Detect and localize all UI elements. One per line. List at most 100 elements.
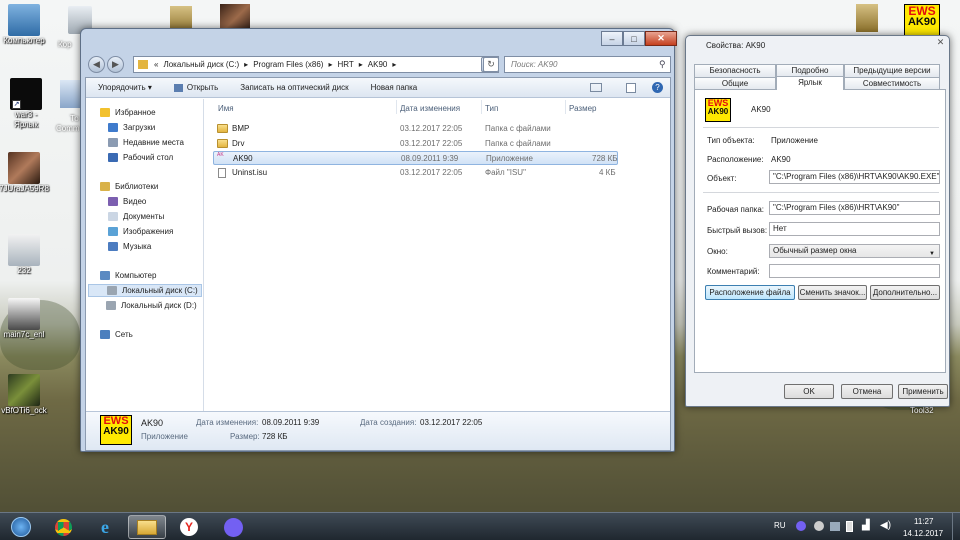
- nav-documents[interactable]: Документы: [108, 212, 164, 221]
- breadcrumb-sep[interactable]: ▸: [244, 60, 248, 69]
- nav-recent[interactable]: Недавние места: [108, 138, 184, 147]
- chevron-down-icon: ▼: [929, 251, 935, 257]
- refresh-icon[interactable]: ↻: [483, 57, 499, 72]
- desktop-icon-232[interactable]: 232: [0, 234, 56, 276]
- desktop-icon-computer[interactable]: Компьютер: [0, 4, 56, 46]
- desktop-icon: [108, 153, 118, 162]
- workdir-label: Рабочая папка:: [707, 205, 765, 214]
- comment-input[interactable]: [769, 264, 940, 278]
- tab-security[interactable]: Безопасность: [694, 64, 776, 77]
- close-button[interactable]: ✕: [645, 31, 677, 46]
- war3-icon: ↗: [10, 78, 42, 110]
- tab-previous-versions[interactable]: Предыдущие версии: [844, 64, 940, 77]
- workdir-input[interactable]: "C:\Program Files (x86)\HRT\AK90": [769, 201, 940, 215]
- desktop-icon-main7c[interactable]: main7c_enl: [0, 298, 56, 340]
- cancel-button[interactable]: Отмена: [841, 384, 893, 399]
- burn-button[interactable]: Записать на оптический диск: [240, 83, 348, 92]
- search-input[interactable]: Поиск: AK90: [504, 56, 671, 73]
- video-thumb-icon: [8, 374, 40, 406]
- nav-music[interactable]: Музыка: [108, 242, 151, 251]
- tray-icon[interactable]: [814, 521, 824, 531]
- breadcrumb-program-files[interactable]: Program Files (x86): [253, 60, 323, 69]
- column-divider[interactable]: [481, 100, 482, 114]
- back-button[interactable]: ◀: [88, 56, 105, 73]
- hotkey-input[interactable]: Нет: [769, 222, 940, 236]
- file-row[interactable]: Drv 03.12.2017 22:05 Папка с файлами: [214, 137, 618, 151]
- language-indicator[interactable]: RU: [774, 521, 786, 530]
- explorer-window[interactable]: – □ ✕ ◀ ▶ « Локальный диск (C:) ▸ Progra…: [80, 28, 677, 452]
- advanced-button[interactable]: Дополнительно...: [870, 285, 940, 300]
- window-label: Окно:: [707, 247, 728, 256]
- nav-drive-d[interactable]: Локальный диск (D:): [106, 301, 197, 310]
- desktop-icon-video[interactable]: 7JUraJA59R8: [0, 152, 56, 194]
- desktop-icon-war3[interactable]: ↗ war3 - Ярлык: [0, 78, 58, 130]
- nav-computer[interactable]: Компьютер: [100, 271, 156, 280]
- start-button[interactable]: [4, 515, 38, 539]
- nav-images[interactable]: Изображения: [108, 227, 173, 236]
- file-row[interactable]: Uninst.isu 03.12.2017 22:05 Файл "ISU" 4…: [214, 166, 618, 180]
- open-button[interactable]: Открыть: [173, 83, 218, 92]
- column-header-date[interactable]: Дата изменения: [400, 104, 460, 113]
- nav-libraries[interactable]: Библиотеки: [100, 182, 158, 191]
- taskbar-yandex[interactable]: Y: [170, 515, 208, 539]
- breadcrumb-sep[interactable]: ▸: [392, 60, 396, 69]
- forward-button[interactable]: ▶: [107, 56, 124, 73]
- volume-icon[interactable]: ◀): [880, 520, 891, 531]
- ok-button[interactable]: OK: [784, 384, 834, 399]
- view-options-icon[interactable]: [590, 83, 602, 92]
- breadcrumb-ak90[interactable]: AK90: [368, 60, 388, 69]
- column-divider[interactable]: [396, 100, 397, 114]
- image-thumb-icon: [8, 234, 40, 266]
- breadcrumb-hrt[interactable]: HRT: [337, 60, 353, 69]
- column-header-type[interactable]: Тип: [485, 104, 498, 113]
- change-icon-button[interactable]: Сменить значок...: [798, 285, 867, 300]
- app-icon[interactable]: [60, 80, 82, 108]
- object-target-input[interactable]: "C:\Program Files (x86)\HRT\AK90\AK90.EX…: [769, 170, 940, 184]
- taskbar-ie[interactable]: e: [86, 515, 124, 539]
- new-folder-button[interactable]: Новая папка: [371, 83, 418, 92]
- apply-button[interactable]: Применить: [898, 384, 948, 399]
- clock-time[interactable]: 11:27: [914, 517, 933, 526]
- breadcrumb-drive-c[interactable]: Локальный диск (C:): [163, 60, 239, 69]
- ews-desktop-icon[interactable]: EWS AK90: [904, 4, 940, 36]
- nav-video[interactable]: Видео: [108, 197, 146, 206]
- nav-network[interactable]: Сеть: [100, 330, 133, 339]
- window-size-select[interactable]: Обычный размер окна ▼: [769, 244, 940, 258]
- network-icon: [100, 330, 110, 339]
- battery-icon[interactable]: [846, 521, 853, 532]
- organize-button[interactable]: Упорядочить ▾: [98, 83, 152, 92]
- preview-pane-icon[interactable]: [626, 83, 636, 93]
- viber-tray-icon[interactable]: [796, 521, 806, 531]
- nav-favorites[interactable]: Избранное: [100, 108, 156, 117]
- file-row[interactable]: BMP 03.12.2017 22:05 Папка с файлами: [214, 122, 618, 136]
- minimize-button[interactable]: –: [601, 31, 623, 46]
- desktop-label-partial: Tool32: [910, 406, 934, 415]
- tray-icon[interactable]: [830, 522, 840, 531]
- computer-icon: [8, 4, 40, 36]
- column-header-size[interactable]: Размер: [569, 104, 597, 113]
- clock-date[interactable]: 14.12.2017: [903, 529, 943, 538]
- network-signal-icon[interactable]: ▟: [862, 520, 870, 531]
- show-desktop-button[interactable]: [952, 513, 960, 540]
- file-row-selected[interactable]: AK AK90 08.09.2011 9:39 Приложение 728 К…: [213, 151, 618, 165]
- breadcrumb-sep[interactable]: ▸: [328, 60, 332, 69]
- desktop-icon-vbfoti[interactable]: vBfOTi6_ock: [0, 374, 56, 416]
- maximize-button[interactable]: □: [623, 31, 645, 46]
- taskbar-chrome[interactable]: [44, 515, 82, 539]
- open-file-location-button[interactable]: Расположение файла: [705, 285, 795, 300]
- folder-icon[interactable]: [856, 4, 878, 32]
- properties-dialog[interactable]: Свойства: AK90 ✕ Безопасность Подробно П…: [685, 35, 950, 407]
- column-divider[interactable]: [565, 100, 566, 114]
- taskbar-explorer[interactable]: [128, 515, 166, 539]
- help-icon[interactable]: ?: [652, 82, 663, 93]
- taskbar-viber[interactable]: [214, 515, 252, 539]
- dialog-close-button[interactable]: ✕: [932, 37, 949, 49]
- address-bar[interactable]: « Локальный диск (C:) ▸ Program Files (x…: [133, 56, 499, 73]
- nav-downloads[interactable]: Загрузки: [108, 123, 155, 132]
- tab-shortcut[interactable]: Ярлык: [776, 76, 844, 90]
- breadcrumb-sep[interactable]: ▸: [359, 60, 363, 69]
- nav-drive-c[interactable]: Локальный диск (C:): [88, 284, 202, 297]
- desktop-label-partial: Кор: [58, 40, 72, 49]
- nav-desktop[interactable]: Рабочий стол: [108, 153, 173, 162]
- column-header-name[interactable]: Имя: [218, 104, 234, 113]
